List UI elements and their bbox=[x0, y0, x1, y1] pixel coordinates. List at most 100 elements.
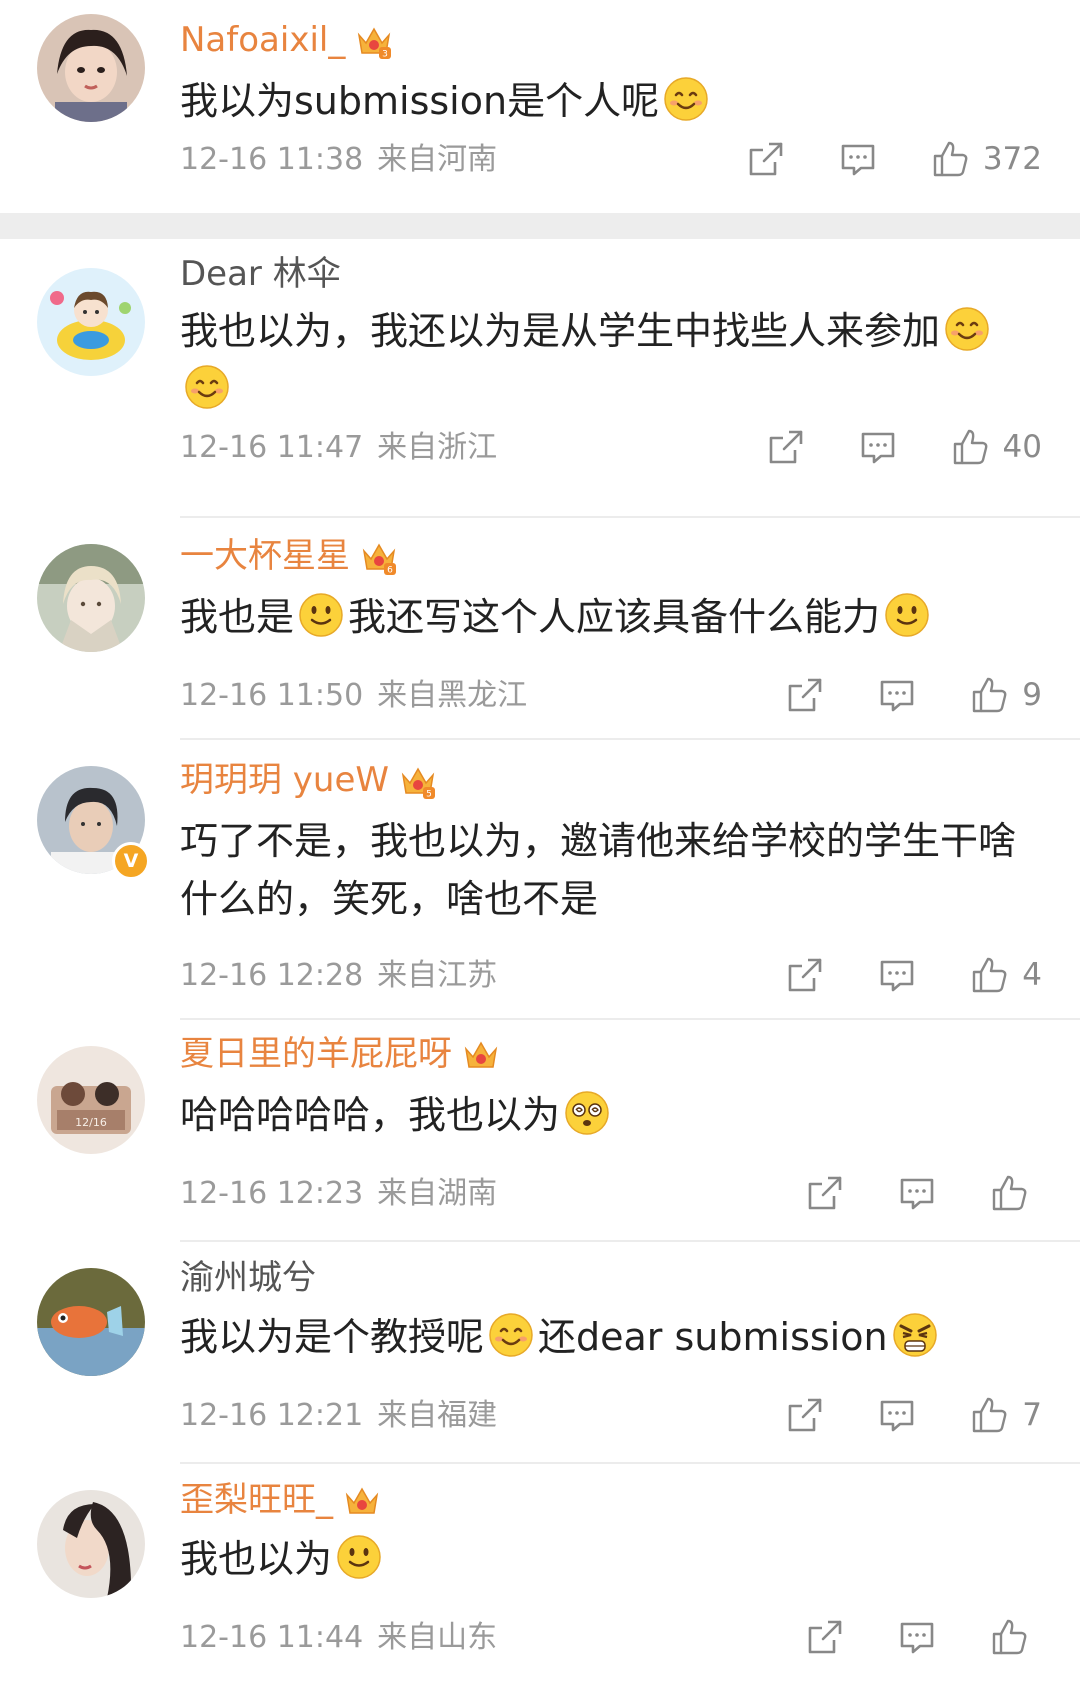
comment-text: 我也以为，我还以为是从学生中找些人来参加 bbox=[180, 302, 1040, 418]
username-row: 渝州城兮 bbox=[180, 1256, 316, 1300]
comment-item[interactable]: Nafoaixil_ 3 我以为submission是个人呢 12-16 11:… bbox=[0, 0, 1080, 210]
comment-text: 我也以为 bbox=[180, 1530, 1040, 1588]
comment-text: 我以为submission是个人呢 bbox=[180, 72, 1040, 130]
thumbs-up-icon bbox=[931, 140, 969, 178]
like-button[interactable]: 372 bbox=[931, 139, 1042, 179]
comment-icon[interactable] bbox=[839, 140, 877, 178]
username-row: Dear 林伞 bbox=[180, 252, 341, 296]
like-button[interactable]: 9 bbox=[970, 675, 1042, 715]
repost-icon[interactable] bbox=[786, 956, 824, 994]
like-button[interactable]: 40 bbox=[951, 427, 1042, 467]
comment-meta: 12-16 12:23 来自湖南 bbox=[180, 1174, 497, 1214]
verified-badge-icon: V bbox=[112, 842, 150, 880]
divider bbox=[180, 516, 1080, 518]
avatar[interactable]: 12/16 bbox=[37, 1046, 145, 1154]
comment-actions: 4 bbox=[786, 953, 1042, 997]
comment-icon[interactable] bbox=[878, 956, 916, 994]
comment-icon[interactable] bbox=[859, 428, 897, 466]
username[interactable]: 渝州城兮 bbox=[180, 1256, 316, 1300]
location: 来自福建 bbox=[377, 1398, 498, 1433]
comment-item[interactable]: Dear 林伞 我也以为，我还以为是从学生中找些人来参加 12-16 11:47… bbox=[0, 250, 1080, 520]
smile-emoji-icon bbox=[662, 75, 710, 123]
dizzy-emoji-icon bbox=[563, 1089, 611, 1137]
smile-emoji-icon bbox=[943, 305, 991, 353]
comment-meta: 12-16 12:28 来自江苏 bbox=[180, 956, 497, 996]
plain-smile-emoji-icon bbox=[883, 591, 931, 639]
username[interactable]: Nafoaixil_ bbox=[180, 18, 345, 62]
location: 来自江苏 bbox=[377, 958, 498, 993]
thumbs-up-icon bbox=[990, 1174, 1028, 1212]
username[interactable]: 玥玥玥 yueW bbox=[180, 758, 389, 802]
like-button[interactable]: 7 bbox=[970, 1395, 1042, 1435]
username[interactable]: Dear 林伞 bbox=[180, 252, 341, 296]
timestamp: 12-16 12:28 bbox=[180, 958, 364, 993]
comment-actions bbox=[806, 1615, 1042, 1659]
comment-item[interactable]: 渝州城兮 我以为是个教授呢 还dear submission 12-16 12:2… bbox=[0, 1258, 1080, 1472]
divider bbox=[180, 1240, 1080, 1242]
like-count: 40 bbox=[1002, 429, 1042, 465]
avatar[interactable] bbox=[37, 1268, 145, 1376]
avatar[interactable] bbox=[37, 268, 145, 376]
username-row: 歪梨旺旺_ bbox=[180, 1478, 381, 1522]
angry-emoji-icon bbox=[891, 1311, 939, 1359]
repost-icon[interactable] bbox=[747, 140, 785, 178]
thumbs-up-icon bbox=[970, 956, 1008, 994]
divider bbox=[180, 1462, 1080, 1464]
username[interactable]: 歪梨旺旺_ bbox=[180, 1478, 333, 1522]
repost-icon[interactable] bbox=[806, 1618, 844, 1656]
like-button[interactable]: 4 bbox=[970, 955, 1042, 995]
vip-crown-icon bbox=[462, 1035, 500, 1073]
timestamp: 12-16 12:21 bbox=[180, 1398, 364, 1433]
like-count: 4 bbox=[1022, 957, 1042, 993]
repost-icon[interactable] bbox=[767, 428, 805, 466]
timestamp: 12-16 11:50 bbox=[180, 678, 364, 713]
comment-icon[interactable] bbox=[898, 1618, 936, 1656]
svg-text:5: 5 bbox=[426, 790, 432, 800]
plain-smile-emoji-icon bbox=[297, 591, 345, 639]
comment-item[interactable]: 12/16 夏日里的羊屁屁呀 哈哈哈哈哈，我也以为 12-16 12:23 来自湖… bbox=[0, 1034, 1080, 1250]
repost-icon[interactable] bbox=[786, 1396, 824, 1434]
comment-meta: 12-16 11:47 来自浙江 bbox=[180, 428, 497, 468]
comment-item[interactable]: 歪梨旺旺_ 我也以为 12-16 11:44 来自山东 bbox=[0, 1480, 1080, 1681]
comment-meta: 12-16 11:44 来自山东 bbox=[180, 1618, 497, 1658]
username-row: 玥玥玥 yueW 5 bbox=[180, 758, 437, 802]
divider bbox=[180, 1018, 1080, 1020]
comment-icon[interactable] bbox=[898, 1174, 936, 1212]
timestamp: 12-16 11:47 bbox=[180, 430, 364, 465]
comment-item[interactable]: 一大杯星星 6 我也是 我还写这个人应该具备什么能力 12-16 11:50 来自黑… bbox=[0, 536, 1080, 752]
timestamp: 12-16 12:23 bbox=[180, 1176, 364, 1211]
divider bbox=[180, 738, 1080, 740]
like-button[interactable] bbox=[990, 1174, 1042, 1212]
timestamp: 12-16 11:38 bbox=[180, 142, 364, 177]
vip-crown-icon: 5 bbox=[399, 761, 437, 799]
comment-text: 巧了不是，我也以为，邀请他来给学校的学生干啥什么的，笑死，啥也不是 bbox=[180, 819, 1017, 921]
comment-item[interactable]: V 玥玥玥 yueW 5 巧了不是，我也以为，邀请他来给学校的学生干啥什么的，笑… bbox=[0, 760, 1080, 1024]
repost-icon[interactable] bbox=[806, 1174, 844, 1212]
smile-emoji-icon bbox=[487, 1311, 535, 1359]
avatar[interactable] bbox=[37, 14, 145, 122]
username[interactable]: 一大杯星星 bbox=[180, 534, 350, 578]
repost-icon[interactable] bbox=[786, 676, 824, 714]
comment-actions: 9 bbox=[786, 673, 1042, 717]
username-row: Nafoaixil_ 3 bbox=[180, 18, 393, 62]
comment-icon[interactable] bbox=[878, 676, 916, 714]
comment-text: 我也是 我还写这个人应该具备什么能力 bbox=[180, 588, 1040, 646]
comment-actions: 372 bbox=[747, 137, 1042, 181]
comment-icon[interactable] bbox=[878, 1396, 916, 1434]
like-button[interactable] bbox=[990, 1618, 1042, 1656]
svg-text:3: 3 bbox=[382, 50, 388, 60]
location: 来自黑龙江 bbox=[377, 678, 528, 713]
smile-emoji-icon bbox=[183, 363, 231, 411]
avatar[interactable] bbox=[37, 1490, 145, 1598]
comment-text: 哈哈哈哈哈，我也以为 bbox=[180, 1086, 1040, 1144]
comment-actions: 40 bbox=[767, 425, 1042, 469]
svg-text:6: 6 bbox=[387, 566, 393, 576]
plain-smile-emoji-icon bbox=[335, 1533, 383, 1581]
vip-crown-icon bbox=[343, 1481, 381, 1519]
avatar[interactable] bbox=[37, 544, 145, 652]
thumbs-up-icon bbox=[951, 428, 989, 466]
username-row: 一大杯星星 6 bbox=[180, 534, 398, 578]
location: 来自河南 bbox=[377, 142, 498, 177]
username[interactable]: 夏日里的羊屁屁呀 bbox=[180, 1032, 452, 1076]
comment-actions: 7 bbox=[786, 1393, 1042, 1437]
